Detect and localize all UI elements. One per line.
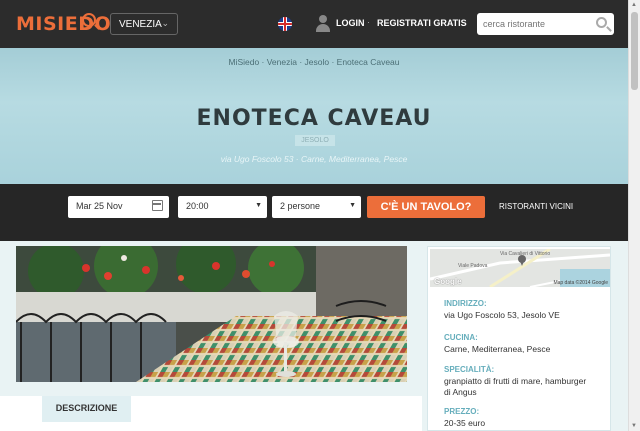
- specialty-label: SPECIALITÀ:: [444, 365, 495, 374]
- login-link[interactable]: LOGIN: [336, 18, 365, 28]
- price-value: 20-35 euro: [444, 418, 486, 428]
- specialty-section: SPECIALITÀ: granpiatto di frutti di mare…: [444, 365, 594, 398]
- restaurant-photo[interactable]: [16, 246, 407, 382]
- scrollbar-thumb[interactable]: [631, 12, 638, 90]
- page-scrollbar[interactable]: ▲ ▼: [628, 0, 640, 431]
- map-pin-icon: [518, 255, 526, 266]
- chevron-down-icon: ⌄: [161, 18, 169, 28]
- calendar-icon[interactable]: [152, 200, 163, 211]
- uk-flag-icon[interactable]: [278, 17, 292, 31]
- tab-description[interactable]: DESCRIZIONE: [42, 396, 131, 422]
- map-street-label: Viale Padova: [458, 263, 488, 269]
- nearby-restaurants-link[interactable]: RISTORANTI VICINI: [499, 202, 573, 211]
- logo-text: MISIEDO: [16, 13, 112, 35]
- party-size-value: 2 persone: [280, 201, 321, 211]
- party-size-select[interactable]: 2 persone ▼: [272, 196, 361, 218]
- search-icon[interactable]: [596, 17, 607, 28]
- hero-address-line: via Ugo Foscolo 53 · Carne, Mediterranea…: [220, 154, 408, 164]
- logo-magnifier-icon: [82, 13, 96, 27]
- time-select[interactable]: 20:00 ▼: [178, 196, 267, 218]
- time-value: 20:00: [186, 201, 209, 211]
- search-input[interactable]: [483, 16, 593, 32]
- city-selector-label: VENEZIA: [119, 19, 162, 30]
- restaurant-info-card: Viale Padova Via Cavalieri di Vittorio G…: [427, 246, 611, 431]
- top-header: MISIEDO VENEZIA ⌄ LOGIN · REGISTRATI GRA…: [0, 0, 628, 48]
- price-label: PREZZO:: [444, 407, 480, 416]
- search-box: [477, 13, 614, 35]
- scroll-down-arrow-icon[interactable]: ▼: [631, 423, 637, 429]
- dropdown-arrow-icon: ▼: [255, 202, 262, 209]
- city-selector[interactable]: VENEZIA ⌄: [110, 13, 178, 35]
- address-value: via Ugo Foscolo 53, Jesolo VE: [444, 310, 560, 320]
- date-value: Mar 25 Nov: [76, 201, 123, 211]
- restaurant-hero: MiSiedo · Venezia · Jesolo · Enoteca Cav…: [0, 48, 628, 184]
- scroll-up-arrow-icon[interactable]: ▲: [631, 2, 637, 8]
- address-section: INDIRIZZO: via Ugo Foscolo 53, Jesolo VE: [444, 299, 560, 321]
- breadcrumb[interactable]: MiSiedo · Venezia · Jesolo · Enoteca Cav…: [0, 57, 628, 67]
- find-table-button[interactable]: C'È UN TAVOLO?: [367, 196, 485, 218]
- booking-bar: Mar 25 Nov 20:00 ▼ 2 persone ▼ C'È UN TA…: [0, 184, 628, 241]
- nav-separator: ·: [367, 17, 370, 27]
- map-attribution: Map data ©2014 Google: [553, 280, 608, 286]
- cuisine-section: CUCINA: Carne, Mediterranea, Pesce: [444, 333, 550, 355]
- address-label: INDIRIZZO:: [444, 299, 487, 308]
- user-icon-body: [316, 24, 330, 32]
- user-icon-head: [319, 15, 327, 23]
- restaurant-title: ENOTECA CAVEAU: [196, 106, 432, 131]
- dropdown-arrow-icon: ▼: [349, 202, 356, 209]
- date-picker[interactable]: Mar 25 Nov: [68, 196, 169, 218]
- terrace-photo-illustration: [16, 246, 407, 382]
- location-map[interactable]: Viale Padova Via Cavalieri di Vittorio G…: [430, 249, 610, 287]
- misiedo-logo[interactable]: MISIEDO: [16, 13, 111, 35]
- cuisine-value: Carne, Mediterranea, Pesce: [444, 344, 551, 354]
- flag-cross-horizontal: [278, 23, 292, 25]
- register-link[interactable]: REGISTRATI GRATIS: [377, 18, 467, 28]
- zone-badge: JESOLO: [295, 135, 335, 146]
- user-icon: [316, 15, 330, 32]
- cuisine-label: CUCINA:: [444, 333, 478, 342]
- price-section: PREZZO: 20-35 euro: [444, 407, 485, 429]
- google-logo: Google: [434, 277, 462, 286]
- specialty-value: granpiatto di frutti di mare, hamburger …: [444, 376, 587, 397]
